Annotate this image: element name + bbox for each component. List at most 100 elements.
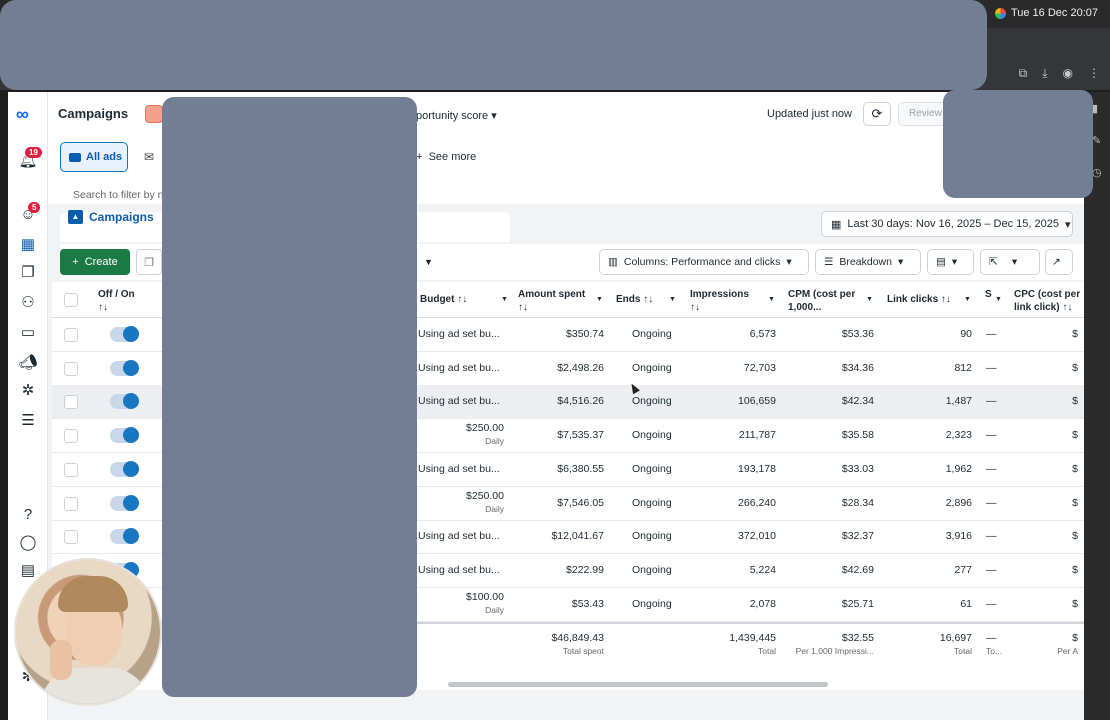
- chevron-down-icon[interactable]: ▼: [964, 293, 971, 306]
- row-checkbox[interactable]: [64, 496, 78, 511]
- campaign-toggle[interactable]: [110, 427, 139, 444]
- total-cpm: $32.55 Per 1,000 Impressi...: [778, 632, 874, 656]
- export-icon: ⇱: [989, 256, 998, 268]
- chart-view-button[interactable]: ↗: [1045, 249, 1073, 275]
- menu-icon[interactable]: ⋮: [1088, 66, 1100, 81]
- cell-cpc: $: [1042, 530, 1078, 542]
- download-icon[interactable]: ⤓: [1042, 66, 1047, 81]
- profile-icon[interactable]: ◉: [1063, 66, 1073, 81]
- tab-campaigns[interactable]: ▲ Campaigns: [68, 210, 154, 224]
- extensions-icon[interactable]: ⧉: [1019, 66, 1028, 81]
- cell-budget: $100.00 Daily: [418, 591, 504, 615]
- row-checkbox[interactable]: [64, 361, 78, 376]
- create-label: Create: [84, 256, 118, 268]
- horizontal-scrollbar[interactable]: [448, 682, 828, 687]
- duplicate-button[interactable]: ❐: [136, 249, 162, 275]
- clock-icon[interactable]: ◷: [1092, 166, 1102, 179]
- header-cpm[interactable]: CPM (cost per 1,000...: [788, 288, 866, 314]
- chevron-down-icon[interactable]: ▼: [501, 293, 508, 306]
- row-checkbox[interactable]: [64, 395, 78, 410]
- all-ads-button[interactable]: All ads: [60, 142, 128, 172]
- header-s[interactable]: S: [985, 288, 992, 301]
- cell-value: —: [986, 530, 997, 543]
- row-checkbox[interactable]: [64, 429, 78, 444]
- chevron-down-icon[interactable]: ▼: [669, 293, 676, 306]
- cell-ends: Ongoing: [632, 564, 692, 576]
- cell-value: Using ad set bu...: [418, 530, 500, 543]
- events-icon[interactable]: ✲: [18, 380, 38, 400]
- table-icon[interactable]: ▦: [18, 234, 38, 254]
- cell-s: —: [986, 429, 1000, 441]
- campaign-toggle[interactable]: [110, 359, 139, 376]
- chevron-down-icon[interactable]: ▼: [424, 257, 433, 267]
- chevron-down-icon[interactable]: ▼: [866, 293, 873, 306]
- chevron-down-icon[interactable]: ▼: [995, 293, 1002, 306]
- row-checkbox[interactable]: [64, 328, 78, 342]
- row-checkbox[interactable]: [64, 462, 78, 477]
- total-s: — To...: [986, 632, 1002, 656]
- header-off-on[interactable]: Off / On ↑↓: [98, 288, 135, 314]
- billing-icon[interactable]: ▭: [18, 322, 38, 342]
- header-impressions[interactable]: Impressions ↑↓: [690, 288, 749, 314]
- see-more-button[interactable]: + See more: [416, 151, 476, 163]
- campaign-icon: ▲: [68, 210, 83, 224]
- columns-dropdown[interactable]: ▥ Columns: Performance and clicks ▾: [599, 249, 809, 275]
- campaign-toggle[interactable]: [110, 494, 139, 511]
- hamburger-menu-icon[interactable]: ☰: [18, 410, 38, 430]
- cell-value: $250.00: [466, 489, 504, 502]
- header-ends[interactable]: Ends ↑↓: [616, 293, 653, 306]
- chevron-down-icon[interactable]: ▼: [768, 293, 775, 306]
- meta-logo-icon[interactable]: ∞: [16, 104, 29, 125]
- mail-icon[interactable]: ✉: [136, 142, 162, 172]
- refresh-icon: ⟳: [871, 106, 883, 121]
- header-ends-label: Ends: [616, 294, 641, 305]
- campaign-toggle[interactable]: [110, 326, 139, 342]
- page-title: Campaigns: [58, 106, 129, 121]
- opportunity-score-dropdown[interactable]: portunity score ▾: [416, 109, 497, 122]
- cell-amount-spent: $53.43: [518, 598, 604, 610]
- cell-value: Using ad set bu...: [418, 395, 500, 408]
- cell-ends: Ongoing: [632, 328, 692, 340]
- audience-icon[interactable]: ⚇: [18, 292, 38, 312]
- cell-value: $12,041.67: [551, 530, 604, 543]
- account-chip[interactable]: [145, 105, 163, 123]
- chat-icon[interactable]: ◯: [18, 532, 38, 552]
- cell-value: Ongoing: [632, 328, 672, 340]
- megaphone-icon[interactable]: 📣︎: [18, 352, 38, 372]
- pages-icon[interactable]: ❐: [18, 262, 38, 282]
- select-all-checkbox[interactable]: [64, 293, 78, 307]
- breakdown-dropdown[interactable]: ☰ Breakdown ▾: [815, 249, 921, 275]
- cell-amount-spent: $6,380.55: [518, 463, 604, 475]
- header-amount-spent[interactable]: Amount spent ↑↓: [518, 288, 585, 314]
- campaign-toggle[interactable]: [110, 528, 139, 545]
- refresh-button[interactable]: ⟳: [863, 102, 891, 126]
- header-cpc[interactable]: CPC (cost per link click) ↑↓: [1014, 288, 1082, 314]
- cell-ends: Ongoing: [632, 497, 692, 509]
- cell-value: 72,703: [743, 361, 776, 374]
- header-link-clicks[interactable]: Link clicks ↑↓: [887, 293, 951, 306]
- export-dropdown[interactable]: ⇱ ▾: [980, 249, 1040, 275]
- row-checkbox[interactable]: [64, 530, 78, 545]
- chevron-down-icon[interactable]: ▼: [596, 293, 603, 306]
- create-button[interactable]: + Create: [60, 249, 130, 275]
- cell-link-clicks: 1,962: [892, 463, 972, 475]
- help-icon[interactable]: ?: [18, 504, 38, 524]
- news-icon[interactable]: ▤: [18, 560, 38, 580]
- reports-dropdown[interactable]: ▤ ▾: [927, 249, 974, 275]
- cell-s: —: [986, 362, 1000, 374]
- campaign-toggle[interactable]: [110, 460, 139, 477]
- chevron-down-icon: ▾: [1011, 256, 1018, 268]
- cell-value: $: [1072, 563, 1078, 576]
- cell-value: $53.36: [841, 328, 874, 340]
- search-input[interactable]: Search to filter by n: [73, 189, 163, 201]
- pencil-icon[interactable]: ✎: [1092, 134, 1101, 147]
- header-budget[interactable]: Budget ↑↓: [420, 293, 467, 306]
- campaign-toggle[interactable]: [110, 393, 139, 410]
- date-range-picker[interactable]: ▦ Last 30 days: Nov 16, 2025 – Dec 15, 2…: [821, 211, 1073, 237]
- cell-s: —: [986, 328, 1000, 340]
- cell-cpm: $35.58: [778, 429, 874, 441]
- total-link-clicks-value: 16,697: [939, 632, 972, 644]
- cell-subtext: Daily: [485, 604, 504, 615]
- cell-value: Ongoing: [632, 597, 672, 610]
- total-link-clicks: 16,697 Total: [892, 632, 972, 656]
